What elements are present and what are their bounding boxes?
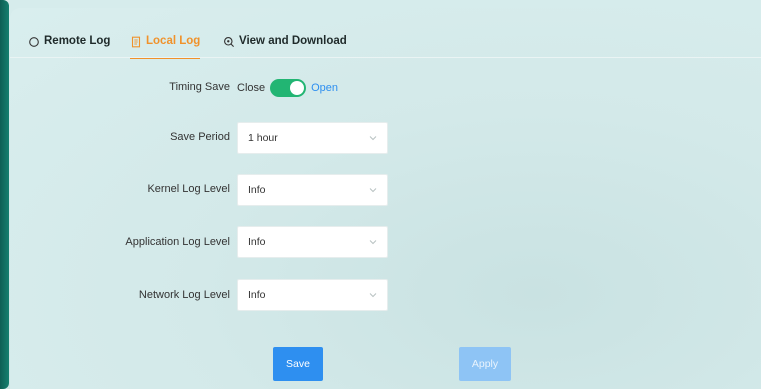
select-value: 1 hour <box>248 132 278 144</box>
application-log-level-label: Application Log Level <box>125 236 230 248</box>
chevron-down-icon <box>368 185 378 195</box>
save-period-select[interactable]: 1 hour <box>237 122 388 154</box>
application-log-level-select[interactable]: Info <box>237 226 388 258</box>
network-log-level-select[interactable]: Info <box>237 279 388 311</box>
tab-local-log[interactable]: Local Log <box>130 35 201 59</box>
select-value: Info <box>248 236 266 248</box>
circle-icon <box>28 36 40 48</box>
tab-view-and-download[interactable]: View and Download <box>223 35 347 57</box>
tab-bar: Remote Log Local Log View and Download <box>10 24 761 59</box>
kernel-log-level-select[interactable]: Info <box>237 174 388 206</box>
kernel-log-level-label: Kernel Log Level <box>147 183 230 195</box>
chevron-down-icon <box>368 290 378 300</box>
tab-label: Local Log <box>146 35 201 47</box>
network-log-level-label: Network Log Level <box>138 289 230 301</box>
app-frame: Remote Log Local Log View and Download T… <box>0 0 761 389</box>
timing-save-label: Timing Save <box>169 81 230 93</box>
chevron-down-icon <box>368 133 378 143</box>
timing-save-toggle[interactable] <box>270 79 307 97</box>
tab-divider <box>10 57 761 58</box>
save-button[interactable]: Save <box>273 347 323 381</box>
select-value: Info <box>248 184 266 196</box>
toggle-knob <box>290 81 305 95</box>
chevron-down-icon <box>368 237 378 247</box>
window-edge <box>0 0 9 389</box>
timing-save-control: Close Open <box>237 79 338 97</box>
tab-remote-log[interactable]: Remote Log <box>28 35 110 57</box>
toggle-off-text: Close <box>237 82 266 94</box>
apply-button[interactable]: Apply <box>459 347 511 381</box>
toggle-on-text: Open <box>311 82 339 94</box>
tab-label: View and Download <box>239 35 347 47</box>
select-value: Info <box>248 289 266 301</box>
document-icon <box>130 36 142 48</box>
magnifier-icon <box>223 36 235 48</box>
save-period-label: Save Period <box>170 131 230 143</box>
tab-label: Remote Log <box>44 35 111 47</box>
